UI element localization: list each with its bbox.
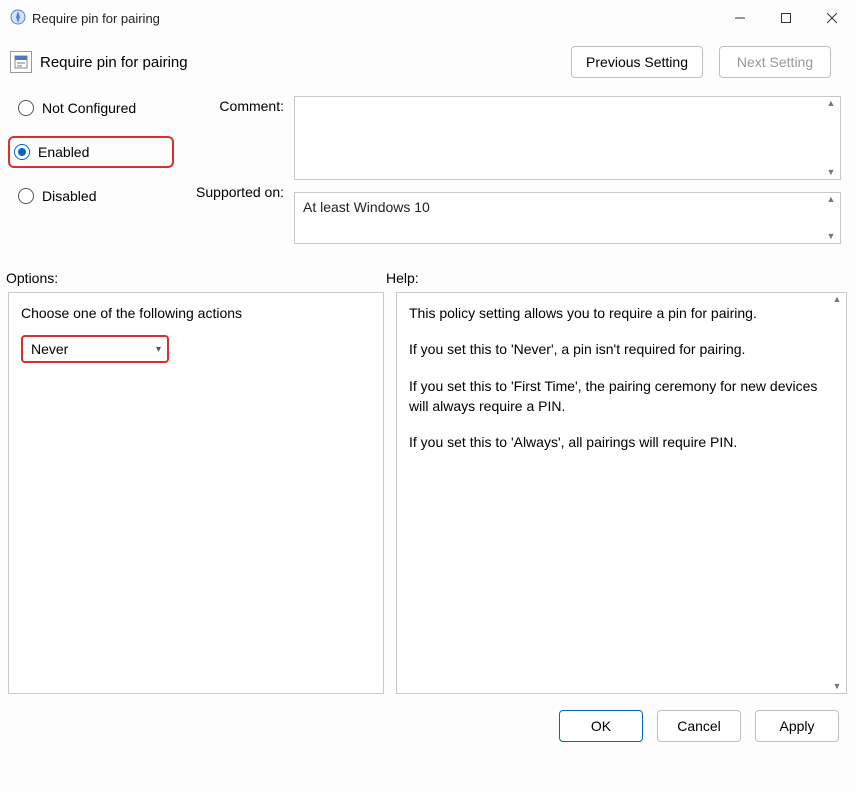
header: Require pin for pairing Previous Setting… (0, 36, 855, 78)
comment-label: Comment: (184, 98, 284, 114)
scroll-up-icon: ▲ (822, 99, 840, 108)
supported-value: At least Windows 10 (295, 193, 840, 221)
radio-icon (14, 144, 30, 160)
options-label: Options: (6, 270, 386, 286)
radio-icon (18, 100, 34, 116)
radio-enabled[interactable]: Enabled (8, 136, 174, 168)
scroll-up-icon: ▲ (828, 295, 846, 304)
scroll-down-icon: ▼ (822, 232, 840, 241)
app-icon (10, 9, 26, 28)
radio-label: Enabled (38, 144, 89, 160)
help-scrollbar[interactable]: ▲ ▼ (828, 293, 846, 693)
cancel-button[interactable]: Cancel (657, 710, 741, 742)
scroll-up-icon: ▲ (822, 195, 840, 204)
window-title: Require pin for pairing (32, 11, 160, 26)
comment-textbox[interactable]: ▲ ▼ (294, 96, 841, 180)
comment-scrollbar[interactable]: ▲ ▼ (822, 97, 840, 179)
radio-label: Disabled (42, 188, 96, 204)
scroll-down-icon: ▼ (822, 168, 840, 177)
radio-not-configured[interactable]: Not Configured (14, 98, 174, 118)
scroll-down-icon: ▼ (828, 682, 846, 691)
comment-value (295, 97, 840, 109)
supported-scrollbar[interactable]: ▲ ▼ (822, 193, 840, 243)
ok-button[interactable]: OK (559, 710, 643, 742)
options-dropdown[interactable]: Never ▾ (21, 335, 169, 363)
close-button[interactable] (809, 0, 855, 36)
options-pane: Choose one of the following actions Neve… (8, 292, 384, 694)
help-text: If you set this to 'Always', all pairing… (409, 432, 834, 452)
help-text: If you set this to 'First Time', the pai… (409, 376, 834, 417)
options-prompt: Choose one of the following actions (21, 305, 371, 321)
minimize-button[interactable] (717, 0, 763, 36)
help-label: Help: (386, 270, 841, 286)
previous-setting-button[interactable]: Previous Setting (571, 46, 703, 78)
maximize-button[interactable] (763, 0, 809, 36)
chevron-down-icon: ▾ (156, 344, 161, 355)
help-text: If you set this to 'Never', a pin isn't … (409, 339, 834, 359)
titlebar: Require pin for pairing (0, 0, 855, 36)
apply-button[interactable]: Apply (755, 710, 839, 742)
supported-on-textbox: At least Windows 10 ▲ ▼ (294, 192, 841, 244)
dropdown-value: Never (31, 341, 68, 357)
policy-icon (10, 51, 32, 73)
radio-icon (18, 188, 34, 204)
page-title: Require pin for pairing (40, 54, 188, 71)
radio-label: Not Configured (42, 100, 136, 116)
radio-disabled[interactable]: Disabled (14, 186, 174, 206)
supported-label: Supported on: (184, 184, 284, 200)
dialog-footer: OK Cancel Apply (0, 694, 855, 742)
help-pane: This policy setting allows you to requir… (396, 292, 847, 694)
help-text: This policy setting allows you to requir… (409, 303, 834, 323)
next-setting-button[interactable]: Next Setting (719, 46, 831, 78)
